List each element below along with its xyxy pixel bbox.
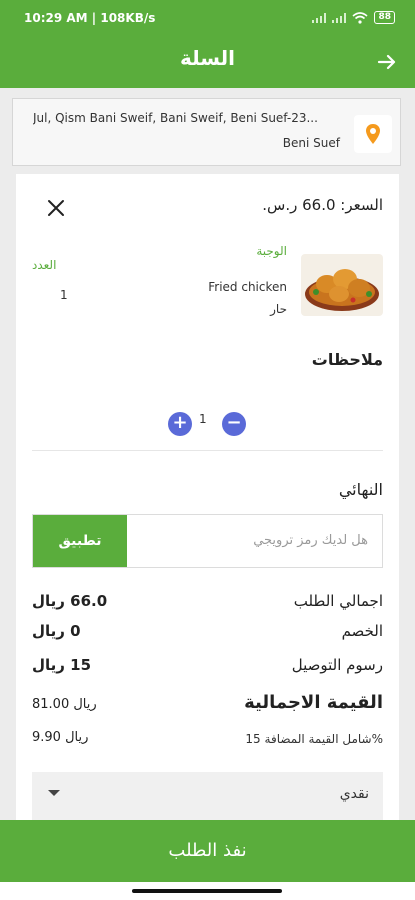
meal-quantity: 1 (60, 288, 68, 302)
promo-code-field[interactable]: تطبيق هل لديك رمز ترويجي (32, 514, 383, 568)
payment-method-select[interactable]: نقدي (32, 772, 383, 820)
status-time: 10:29 AM | 108KB/s (24, 11, 156, 25)
location-pin-icon (366, 124, 380, 144)
delivery-fee-value: 15 ريال (32, 656, 92, 674)
status-icons: 88 (312, 11, 395, 24)
quantity-stepper: + 1 − (166, 410, 250, 436)
divider (32, 450, 383, 451)
item-price: السعر: 66.0 ر.س. (262, 196, 383, 214)
signal-icon-2 (332, 12, 347, 23)
meal-name: Fried chicken (208, 280, 287, 294)
close-icon[interactable] (46, 198, 66, 218)
grand-total-label: القيمة الاجمالية (244, 692, 383, 713)
address-line1: Jul, Qism Bani Sweif, Bani Sweif, Beni S… (33, 111, 318, 125)
discount-value: 0 ريال (32, 622, 81, 640)
apply-button[interactable]: تطبيق (33, 515, 127, 567)
increase-button[interactable]: + (168, 412, 192, 436)
submit-order-button[interactable]: نفذ الطلب (0, 820, 415, 882)
page-title: السلة (179, 46, 235, 70)
meal-option: حار (270, 302, 287, 316)
quantity-label: العدد (32, 258, 57, 272)
signal-icon (312, 12, 327, 23)
status-bar: 10:29 AM | 108KB/s 88 (0, 0, 415, 36)
home-indicator (0, 882, 415, 900)
decrease-button[interactable]: − (222, 412, 246, 436)
meal-image (301, 254, 383, 316)
payment-method-value: نقدي (339, 786, 369, 802)
notes-title: ملاحظات (311, 350, 383, 369)
battery-icon: 88 (374, 11, 395, 24)
wifi-icon (352, 11, 368, 24)
address-line2: Beni Suef (282, 136, 340, 150)
summary-title: النهائي (338, 480, 383, 499)
caret-down-icon (48, 790, 60, 796)
quantity-value: 1 (199, 412, 207, 426)
vat-value: 9.90 ريال (32, 730, 89, 745)
location-button[interactable] (354, 115, 392, 153)
app-bar: السلة (0, 36, 415, 88)
delivery-fee-label: رسوم التوصيل (291, 656, 383, 674)
home-indicator-pill (132, 889, 282, 893)
arrow-right-icon[interactable] (375, 50, 399, 74)
grand-total-value: 81.00 ريال (32, 697, 97, 712)
promo-code-placeholder: هل لديك رمز ترويجي (253, 533, 368, 548)
cart-card: السعر: 66.0 ر.س. الوجبة العدد Fried chic… (16, 174, 399, 824)
meal-label: الوجبة (256, 244, 287, 258)
discount-label: الخصم (341, 622, 383, 640)
order-total-label: اجمالي الطلب (293, 592, 383, 610)
delivery-address[interactable]: Jul, Qism Bani Sweif, Bani Sweif, Beni S… (12, 98, 401, 166)
order-total-value: 66.0 ريال (32, 592, 108, 610)
vat-label: شامل القيمة المضافة 15% (245, 732, 383, 746)
